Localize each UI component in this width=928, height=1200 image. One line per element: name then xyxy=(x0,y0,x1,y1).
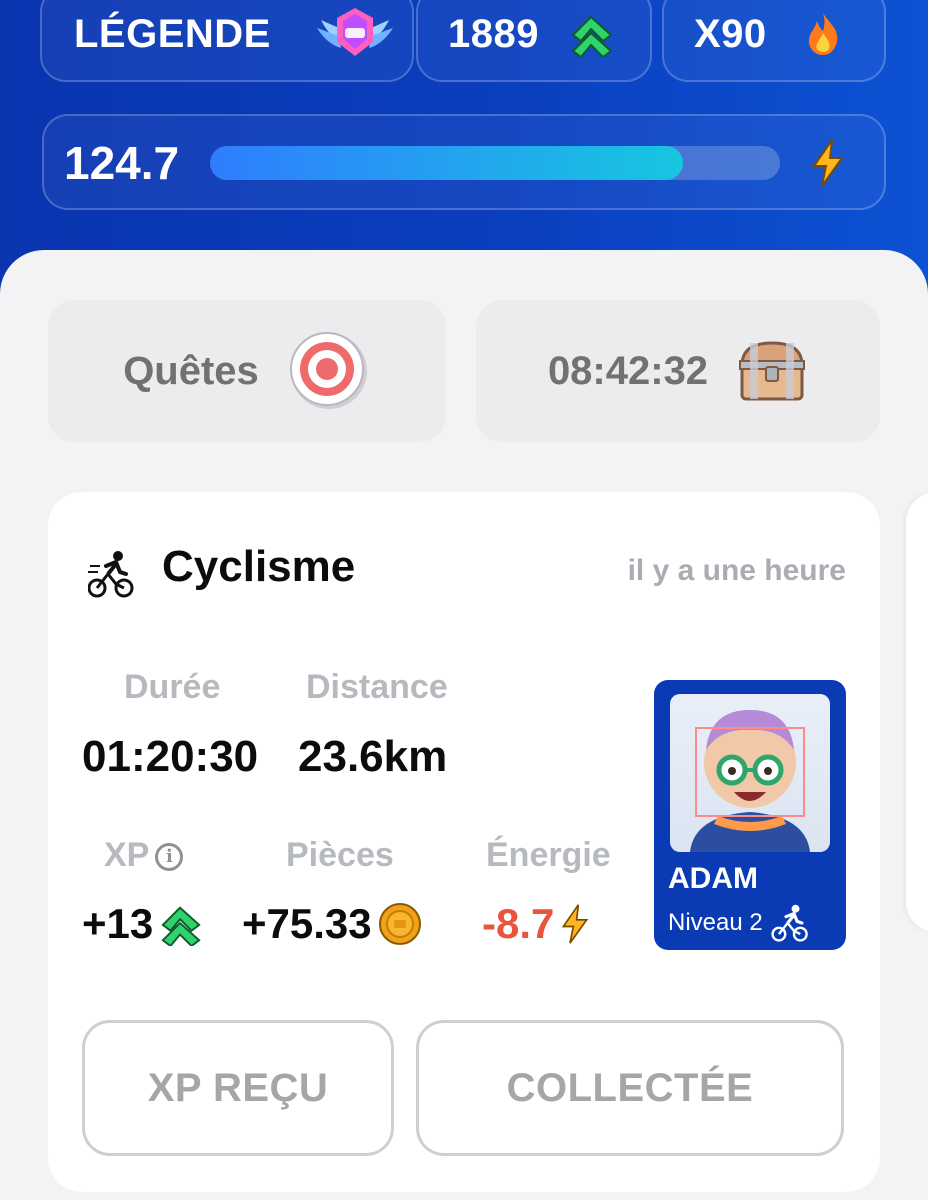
energy-progress-fill xyxy=(210,146,684,180)
xp-received-button[interactable]: XP REÇU xyxy=(82,1020,394,1156)
rank-pill[interactable]: LÉGENDE xyxy=(40,0,414,82)
energy-bar[interactable]: 124.7 xyxy=(42,114,886,210)
profile-level-row: Niveau 2 xyxy=(668,904,809,942)
profile-card[interactable]: ADAM Niveau 2 xyxy=(654,680,846,950)
rank-label: LÉGENDE xyxy=(74,11,271,56)
flame-icon xyxy=(805,11,841,57)
collected-button[interactable]: COLLECTÉE xyxy=(416,1020,844,1156)
xp-reward-value: +13 xyxy=(82,900,154,947)
lightning-icon xyxy=(810,138,846,193)
cyclist-icon xyxy=(771,904,809,942)
target-icon xyxy=(287,329,371,413)
activity-card[interactable]: Cyclisme il y a une heure Durée 01:20:30… xyxy=(48,492,880,1192)
info-icon[interactable]: i xyxy=(155,842,184,871)
sport-title: Cyclisme xyxy=(162,542,356,591)
double-chevron-up-icon xyxy=(159,902,203,946)
coins-reward-value: +75.33 xyxy=(242,900,372,947)
distance-value: 23.6km xyxy=(298,732,448,781)
xp-total: 1889 xyxy=(448,11,539,56)
energy-progress-track xyxy=(210,146,780,180)
profile-level: Niveau 2 xyxy=(668,909,763,936)
chest-timer: 08:42:32 xyxy=(547,348,709,393)
avatar xyxy=(670,694,830,852)
activity-time-ago: il y a une heure xyxy=(627,554,846,587)
lightning-icon xyxy=(560,901,590,947)
cyclist-icon xyxy=(87,550,134,603)
profile-name: ADAM xyxy=(668,862,758,895)
chest-tile[interactable]: 08:42:32 xyxy=(476,300,880,442)
coin-icon xyxy=(378,902,422,946)
double-chevron-up-icon xyxy=(569,11,615,57)
xp-pill[interactable]: 1889 xyxy=(416,0,652,82)
duration-label: Durée xyxy=(124,668,221,706)
winged-badge-icon xyxy=(315,2,395,66)
energy-label: Énergie xyxy=(486,836,611,874)
streak-pill[interactable]: X90 xyxy=(662,0,886,82)
xp-reward: +13 xyxy=(82,900,203,948)
treasure-chest-icon xyxy=(736,339,808,403)
coins-reward: +75.33 xyxy=(242,900,422,948)
xp-label-row: XP i xyxy=(104,836,184,875)
quests-label: Quêtes xyxy=(123,348,259,393)
energy-reward-value: -8.7 xyxy=(482,900,555,947)
xp-label: XP xyxy=(104,836,150,874)
quests-tile[interactable]: Quêtes xyxy=(48,300,446,442)
energy-reward: -8.7 xyxy=(482,900,590,948)
distance-label: Distance xyxy=(306,668,448,706)
duration-value: 01:20:30 xyxy=(82,732,259,781)
coins-label: Pièces xyxy=(286,836,394,874)
next-card-peek[interactable] xyxy=(906,492,928,932)
streak-count: X90 xyxy=(694,11,767,56)
energy-total: 124.7 xyxy=(64,137,180,189)
